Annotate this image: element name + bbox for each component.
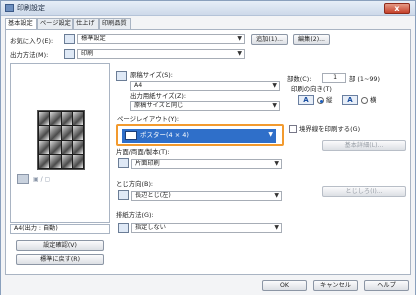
chevron-down-icon: ▼ <box>272 82 277 89</box>
output-finish-label: 排紙方法(G): <box>116 211 154 219</box>
dialog-footer: OK キャンセル ヘルプ <box>1 277 415 295</box>
print-settings-window: 印刷設定 x 基本設定 ページ設定 仕上げ 印刷品質 お気に入り(E): 標準設… <box>0 0 416 295</box>
chevron-down-icon: ▼ <box>268 131 273 138</box>
title-bar: 印刷設定 x <box>1 1 415 16</box>
output-paper-value: 原稿サイズと同じ <box>134 102 184 109</box>
binding-select[interactable]: 長辺とじ(左) ▼ <box>131 191 282 201</box>
paper-size-icon <box>116 71 127 81</box>
printer-icon <box>5 4 14 12</box>
chevron-down-icon: ▼ <box>237 50 242 57</box>
help-button[interactable]: ヘルプ <box>364 280 409 291</box>
output-method-select[interactable]: 印刷 ▼ <box>77 49 245 59</box>
tab-quality[interactable]: 印刷品質 <box>99 18 131 29</box>
preview-area: ▣ / ▢ <box>10 63 110 223</box>
poster-preview-image <box>37 110 85 170</box>
print-border-label: 境界線を印刷する(G) <box>299 125 361 133</box>
page-type-icon: ▣ / ▢ <box>33 176 51 183</box>
copies-label: 部数(C): <box>287 75 312 83</box>
print-icon <box>64 49 75 59</box>
binding-value: 長辺とじ(左) <box>135 192 171 199</box>
chevron-down-icon: ▼ <box>272 102 277 109</box>
print-border-checkbox[interactable] <box>289 125 297 133</box>
duplex-value: 片面印刷 <box>135 160 160 167</box>
page-layout-value: ポスター(4 × 4) <box>140 131 189 139</box>
close-button[interactable]: x <box>384 3 410 14</box>
output-paper-select[interactable]: 原稿サイズと同じ ▼ <box>130 101 280 111</box>
landscape-icon: A <box>342 95 358 105</box>
portrait-icon: A <box>298 95 314 105</box>
layout-details-button[interactable]: 基本詳細(L)... <box>322 140 406 151</box>
favorites-value: 標準設定 <box>81 35 106 42</box>
chevron-down-icon: ▼ <box>274 160 279 167</box>
tab-page-setup[interactable]: ページ設定 <box>37 18 73 29</box>
confirm-settings-button[interactable]: 設定確認(V) <box>16 240 104 251</box>
cancel-button[interactable]: キャンセル <box>313 280 358 291</box>
output-paper-label: 出力用紙サイズ(Z): <box>130 92 187 100</box>
duplex-label: 片面/両面/製本(T): <box>116 148 170 156</box>
printer-status-icon <box>17 174 29 184</box>
tab-finishing[interactable]: 仕上げ <box>73 18 99 29</box>
page-layout-select[interactable]: ポスター(4 × 4) ▼ <box>122 129 276 143</box>
original-size-value: A4 <box>134 82 143 89</box>
duplex-select[interactable]: 片面印刷 ▼ <box>131 159 282 169</box>
output-finish-select[interactable]: 指定しない ▼ <box>131 223 282 233</box>
paper-size-status: A4(出力 : 自動) <box>10 224 110 234</box>
copies-value: 1 <box>333 74 337 81</box>
favorites-select[interactable]: 標準設定 ▼ <box>77 34 245 44</box>
favorites-label: お気に入り(E): <box>10 37 54 45</box>
landscape-radio[interactable] <box>361 97 368 104</box>
binding-margin-button[interactable]: とじしろ(I)... <box>322 186 406 197</box>
portrait-radio[interactable] <box>317 97 324 104</box>
landscape-label: 横 <box>370 96 377 104</box>
window-title: 印刷設定 <box>17 4 45 12</box>
output-method-label: 出力方法(M): <box>10 51 49 59</box>
copies-range: 部 (1~99) <box>349 75 380 83</box>
output-finish-value: 指定しない <box>135 224 166 231</box>
output-method-value: 印刷 <box>81 50 94 57</box>
chevron-down-icon: ▼ <box>274 224 279 231</box>
orientation-label: 印刷の向き(T) <box>291 85 332 93</box>
finish-icon <box>118 223 129 233</box>
binding-icon <box>118 190 129 200</box>
page-layout-highlight: ポスター(4 × 4) ▼ <box>116 124 284 146</box>
page-layout-label: ページレイアウト(Y): <box>117 115 180 123</box>
add-favorite-button[interactable]: 追加(1)... <box>251 34 288 45</box>
edit-favorite-button[interactable]: 編集(2)... <box>293 34 330 45</box>
chevron-down-icon: ▼ <box>237 35 242 42</box>
copies-stepper[interactable]: 1 <box>322 73 346 83</box>
duplex-icon <box>118 158 129 168</box>
original-size-select[interactable]: A4 ▼ <box>130 81 280 91</box>
poster-layout-icon <box>125 131 137 140</box>
binding-label: とじ方向(B): <box>116 180 154 188</box>
portrait-label: 縦 <box>326 96 333 104</box>
ok-button[interactable]: OK <box>262 280 307 291</box>
basic-settings-panel: お気に入り(E): 標準設定 ▼ 追加(1)... 編集(2)... 出力方法(… <box>5 29 411 275</box>
restore-defaults-button[interactable]: 標準に戻す(R) <box>16 254 104 265</box>
original-size-label: 原稿サイズ(S): <box>130 71 173 79</box>
favorites-icon <box>64 34 75 44</box>
chevron-down-icon: ▼ <box>274 192 279 199</box>
